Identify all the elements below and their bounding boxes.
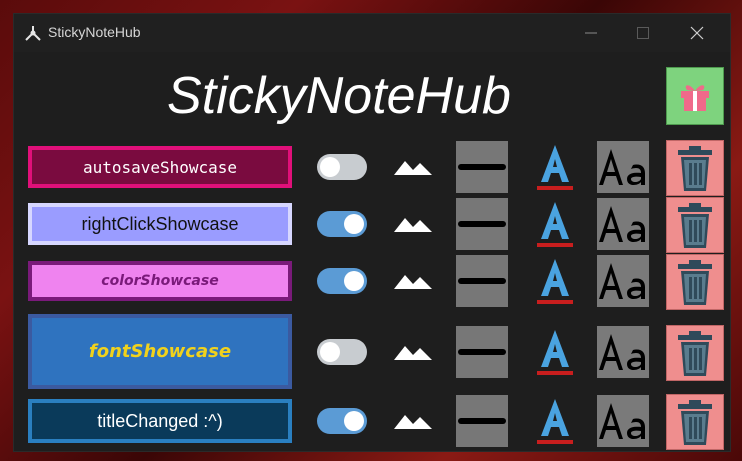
font-size-icon <box>599 263 645 300</box>
delete-note-button[interactable] <box>666 140 724 196</box>
trash-icon <box>678 330 712 376</box>
strikethrough-button[interactable] <box>456 395 508 447</box>
close-button[interactable] <box>674 14 720 52</box>
font-color-button[interactable] <box>529 141 581 193</box>
note-title-label: rightClickShowcase <box>81 213 239 234</box>
note-title-button[interactable]: rightClickShowcase <box>28 203 292 245</box>
note-title-label: colorShowcase <box>101 273 219 289</box>
mountain-icon <box>394 161 432 175</box>
opacity-button[interactable] <box>394 159 432 175</box>
strikethrough-icon <box>458 348 506 355</box>
delete-note-button[interactable] <box>666 254 724 310</box>
font-color-icon <box>537 259 573 304</box>
font-color-button[interactable] <box>529 395 581 447</box>
minimize-icon <box>585 32 597 34</box>
trash-icon <box>678 260 712 305</box>
visibility-toggle[interactable] <box>317 211 367 237</box>
gift-icon <box>681 85 709 111</box>
page-title: StickyNoteHub <box>167 67 511 125</box>
strikethrough-icon <box>458 278 506 284</box>
app-icon <box>24 24 42 42</box>
font-size-icon <box>599 333 645 370</box>
delete-note-button[interactable] <box>666 394 724 450</box>
maximize-icon <box>637 27 649 39</box>
opacity-button[interactable] <box>394 344 432 360</box>
opacity-button[interactable] <box>394 216 432 232</box>
toggle-knob <box>344 411 364 431</box>
opacity-button[interactable] <box>394 273 432 289</box>
note-title-label: fontShowcase <box>88 341 232 362</box>
font-color-button[interactable] <box>529 198 581 250</box>
font-size-icon <box>599 206 645 243</box>
delete-note-button[interactable] <box>666 324 724 381</box>
toggle-knob <box>344 271 364 291</box>
toggle-knob <box>320 341 340 362</box>
strikethrough-icon <box>458 164 506 170</box>
minimize-button[interactable] <box>568 14 614 52</box>
font-size-button[interactable] <box>597 325 649 378</box>
opacity-button[interactable] <box>394 413 432 429</box>
font-size-button[interactable] <box>597 255 649 307</box>
note-row: autosaveShowcase <box>14 140 730 196</box>
font-color-button[interactable] <box>529 255 581 307</box>
note-title-button[interactable]: titleChanged :^) <box>28 399 292 443</box>
app-window: StickyNoteHub StickyNoteHub autosaveShow… <box>13 13 731 452</box>
toggle-knob <box>320 157 340 177</box>
strikethrough-button[interactable] <box>456 141 508 193</box>
note-row: rightClickShowcase <box>14 197 730 253</box>
font-color-button[interactable] <box>529 326 581 378</box>
font-color-icon <box>537 145 573 190</box>
maximize-button[interactable] <box>620 14 666 52</box>
mountain-icon <box>394 345 432 360</box>
title-bar[interactable]: StickyNoteHub <box>14 14 730 52</box>
font-size-icon <box>599 403 645 440</box>
gift-button[interactable] <box>666 67 724 125</box>
strikethrough-icon <box>458 418 506 424</box>
delete-note-button[interactable] <box>666 197 724 253</box>
font-size-button[interactable] <box>597 198 649 250</box>
mountain-icon <box>394 415 432 429</box>
trash-icon <box>678 203 712 248</box>
font-color-icon <box>537 399 573 444</box>
close-icon <box>690 26 704 40</box>
note-title-label: autosaveShowcase <box>82 157 238 177</box>
visibility-toggle[interactable] <box>317 268 367 294</box>
strikethrough-button[interactable] <box>456 325 508 378</box>
note-title-button[interactable]: autosaveShowcase <box>28 146 292 188</box>
note-row: fontShowcase <box>14 314 730 389</box>
toggle-knob <box>344 214 364 234</box>
trash-icon <box>678 146 712 191</box>
font-size-icon <box>599 149 645 186</box>
font-color-icon <box>537 329 573 375</box>
mountain-icon <box>394 218 432 232</box>
visibility-toggle[interactable] <box>317 338 367 365</box>
strikethrough-icon <box>458 221 506 227</box>
window-title: StickyNoteHub <box>48 24 141 40</box>
visibility-toggle[interactable] <box>317 154 367 180</box>
note-title-label: titleChanged :^) <box>97 410 223 431</box>
font-size-button[interactable] <box>597 395 649 447</box>
note-title-button[interactable]: colorShowcase <box>28 261 292 301</box>
strikethrough-button[interactable] <box>456 198 508 250</box>
note-title-button[interactable]: fontShowcase <box>28 314 292 389</box>
note-row: titleChanged :^) <box>14 394 730 450</box>
note-row: colorShowcase <box>14 254 730 310</box>
visibility-toggle[interactable] <box>317 408 367 434</box>
strikethrough-button[interactable] <box>456 255 508 307</box>
font-size-button[interactable] <box>597 141 649 193</box>
trash-icon <box>678 400 712 445</box>
mountain-icon <box>394 275 432 289</box>
font-color-icon <box>537 202 573 247</box>
